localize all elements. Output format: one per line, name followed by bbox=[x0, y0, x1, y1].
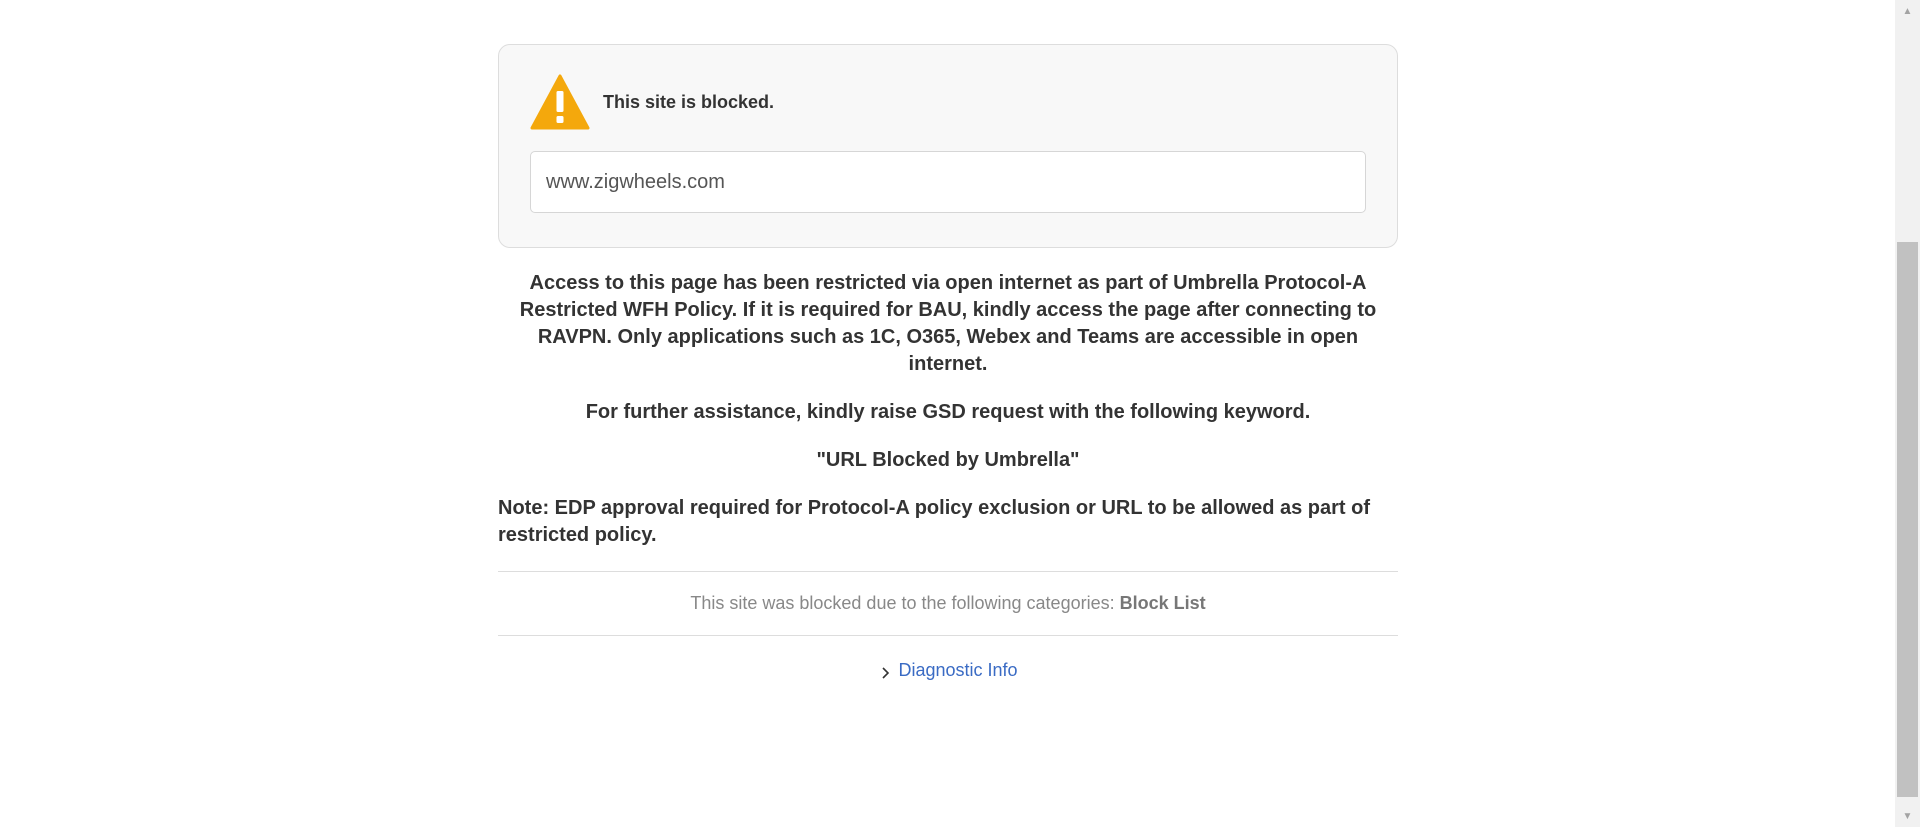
categories-line: This site was blocked due to the followi… bbox=[498, 572, 1398, 635]
vertical-scrollbar[interactable]: ▲ ▼ bbox=[1895, 0, 1920, 827]
blocked-url-field: www.zigwheels.com bbox=[530, 151, 1366, 213]
blocked-title: This site is blocked. bbox=[603, 91, 775, 112]
warning-icon bbox=[530, 74, 590, 130]
card-header: This site is blocked. bbox=[530, 73, 1366, 131]
note-text: Note: EDP approval required for Protocol… bbox=[498, 497, 1370, 546]
diagnostic-info-label: Diagnostic Info bbox=[898, 660, 1018, 680]
category-name: Block List bbox=[1119, 593, 1206, 613]
scroll-down-icon[interactable]: ▼ bbox=[1895, 805, 1920, 827]
page-viewport: This site is blocked. www.zigwheels.com … bbox=[0, 0, 1895, 827]
categories-prefix: This site was blocked due to the followi… bbox=[690, 593, 1120, 613]
chevron-right-icon bbox=[878, 664, 892, 679]
block-page-container: This site is blocked. www.zigwheels.com … bbox=[498, 44, 1398, 681]
scrollbar-thumb[interactable] bbox=[1897, 242, 1918, 797]
restriction-message: Access to this page has been restricted … bbox=[519, 272, 1377, 375]
divider bbox=[498, 635, 1398, 636]
scroll-up-icon[interactable]: ▲ bbox=[1895, 0, 1920, 22]
blocked-card: This site is blocked. www.zigwheels.com bbox=[498, 44, 1398, 248]
diagnostic-info-link[interactable]: Diagnostic Info bbox=[498, 660, 1398, 681]
keyword-text: "URL Blocked by Umbrella" bbox=[816, 449, 1080, 471]
assistance-message: For further assistance, kindly raise GSD… bbox=[585, 401, 1311, 423]
